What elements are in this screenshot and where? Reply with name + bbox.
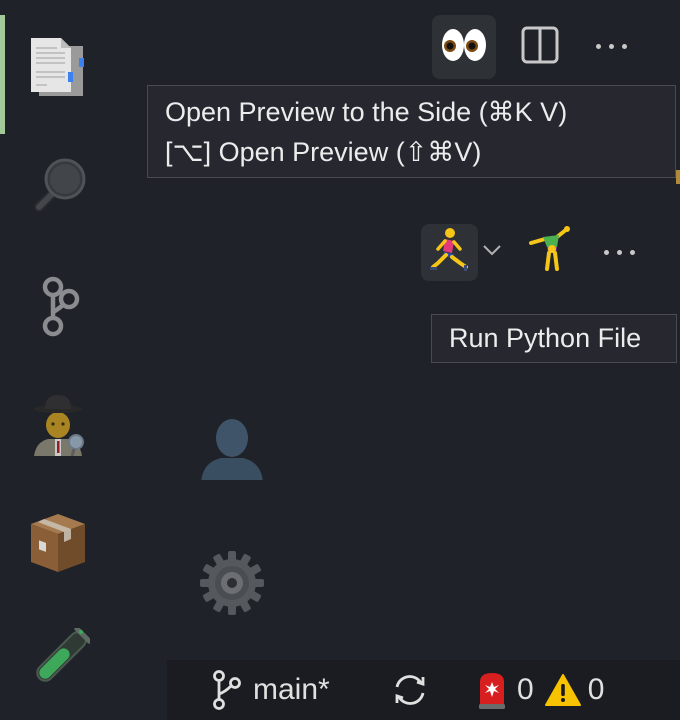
run-python-tooltip: Run Python File: [431, 314, 677, 363]
sync-icon: [390, 670, 430, 710]
tooltip-edge-marker: [676, 170, 680, 184]
cartwheel-person-icon: [527, 225, 575, 278]
warning-icon: [544, 673, 582, 707]
dot: [622, 44, 627, 49]
tooltip-line-1: Open Preview to the Side (⌘K V): [165, 97, 568, 127]
package-icon: [27, 510, 89, 583]
branch-name: main*: [253, 673, 330, 706]
split-editor-button[interactable]: [515, 22, 565, 72]
git-branch-icon: [33, 276, 83, 349]
manage-settings-button[interactable]: [200, 550, 264, 619]
test-tube-icon: [26, 625, 92, 701]
status-bar: main* 0 0: [167, 660, 680, 720]
more-actions-button[interactable]: [596, 44, 627, 49]
dot: [630, 250, 635, 255]
extensions-button[interactable]: [26, 513, 90, 578]
run-more-actions-button[interactable]: [604, 250, 635, 255]
dot: [617, 250, 622, 255]
split-editor-icon: [520, 25, 560, 70]
run-debug-button[interactable]: [26, 394, 90, 460]
eyes-icon: [439, 25, 489, 70]
warning-count: 0: [587, 673, 605, 706]
branch-status[interactable]: main*: [211, 660, 330, 720]
user-silhouette-icon: [199, 416, 265, 489]
chevron-down-icon: [482, 244, 502, 261]
run-python-file-button[interactable]: [421, 224, 478, 281]
active-view-indicator: [0, 15, 5, 134]
dot: [604, 250, 609, 255]
detective-icon: [28, 392, 88, 465]
source-control-button[interactable]: [26, 276, 90, 344]
sync-button[interactable]: [390, 660, 430, 720]
dot: [596, 44, 601, 49]
debug-python-file-button[interactable]: [526, 225, 576, 278]
error-count: 0: [517, 673, 534, 706]
dot: [609, 44, 614, 49]
run-dropdown-button[interactable]: [482, 243, 502, 262]
testing-button[interactable]: [26, 625, 92, 696]
open-preview-tooltip: Open Preview to the Side (⌘K V) [⌥] Open…: [147, 85, 676, 178]
open-preview-button[interactable]: [432, 15, 496, 79]
running-person-icon: [428, 227, 472, 278]
siren-icon: [477, 670, 507, 710]
explorer-button[interactable]: [26, 37, 90, 102]
documents-icon: [27, 34, 89, 107]
magnifying-glass-icon: [27, 155, 89, 226]
search-view-button[interactable]: [26, 158, 90, 222]
tooltip-line-2: [⌥] Open Preview (⇧⌘V): [165, 137, 482, 167]
accounts-button[interactable]: [200, 418, 264, 484]
gear-icon: [199, 550, 265, 625]
problems-status[interactable]: 0 0: [477, 660, 604, 720]
git-branch-icon: [211, 670, 243, 710]
